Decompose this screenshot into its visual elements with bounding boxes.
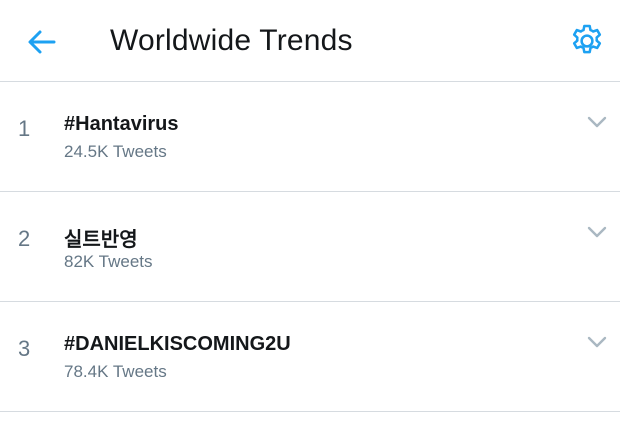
chevron-down-icon[interactable] <box>586 224 608 240</box>
trend-tweet-count: 78.4K Tweets <box>64 362 167 381</box>
trend-name[interactable]: #Hantavirus <box>64 113 179 136</box>
trend-tweet-count: 82K Tweets <box>64 252 153 271</box>
trend-tweet-count: 24.5K Tweets <box>64 142 167 161</box>
trend-name[interactable]: 실트반영 <box>64 223 138 252</box>
settings-button[interactable] <box>568 22 606 60</box>
page-title: Worldwide Trends <box>110 24 353 57</box>
trend-rank: 3 <box>18 336 31 361</box>
trend-item[interactable]: 2 실트반영 82K Tweets <box>0 192 620 302</box>
gear-icon <box>572 24 602 54</box>
chevron-down-icon[interactable] <box>586 334 608 350</box>
trend-rank: 2 <box>18 226 31 251</box>
trend-item[interactable]: 1 #Hantavirus 24.5K Tweets <box>0 82 620 192</box>
trend-item[interactable]: 3 #DANIELKISCOMING2U 78.4K Tweets <box>0 302 620 412</box>
trends-list: 1 #Hantavirus 24.5K Tweets 2 실트반영 82K Tw… <box>0 82 620 412</box>
arrow-left-icon <box>28 30 56 54</box>
app-header: Worldwide Trends <box>0 0 620 82</box>
chevron-down-icon[interactable] <box>586 114 608 130</box>
trend-rank: 1 <box>18 116 31 141</box>
trend-name[interactable]: #DANIELKISCOMING2U <box>64 333 291 356</box>
back-button[interactable] <box>24 24 60 60</box>
